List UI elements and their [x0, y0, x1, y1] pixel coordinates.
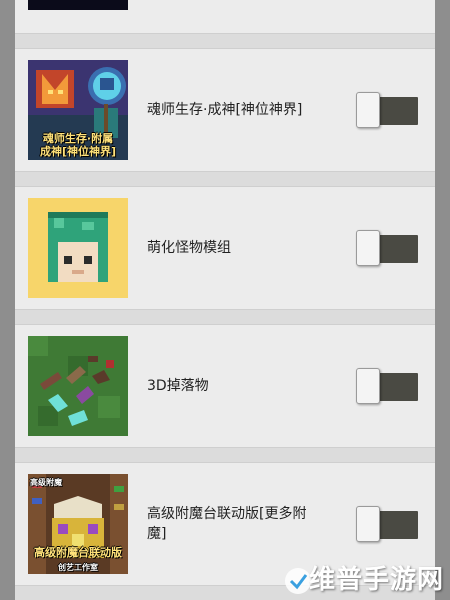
- mod-toggle-partial[interactable]: [356, 0, 418, 16]
- mod-toggle[interactable]: [356, 368, 418, 404]
- mod-toggle[interactable]: [356, 230, 418, 266]
- mod-card[interactable]: 3D掉落物: [15, 324, 435, 448]
- thumbnail-caption-line: 创艺工作室: [58, 563, 98, 572]
- thumbnail-caption-line: 成神[神位神界]: [39, 145, 117, 158]
- toggle-knob[interactable]: [356, 368, 380, 404]
- mod-toggle[interactable]: [356, 506, 418, 542]
- mod-card[interactable]: 萌化怪物模组: [15, 186, 435, 310]
- mod-title: 3D掉落物: [147, 378, 209, 394]
- mod-card[interactable]: 魂师生存·附属 成神[神位神界] 魂师生存·成神[神位神界]: [15, 48, 435, 172]
- cute-monster-thumbnail: [28, 198, 128, 298]
- mod-card-partial: [15, 0, 435, 34]
- toggle-knob[interactable]: [356, 230, 380, 266]
- thumbnail-caption-line: 魂师生存·附属: [42, 132, 114, 145]
- 3d-drops-thumbnail: [28, 336, 128, 436]
- mod-thumbnail-partial: [28, 0, 128, 10]
- enchant-table-thumbnail: 高级附魔 高级附魔台联动版 创艺工作室: [28, 474, 128, 574]
- mod-title: 萌化怪物模组: [147, 240, 231, 256]
- thumbnail-caption-line: 高级附魔台联动版: [34, 546, 122, 559]
- watermark-text: 维普手游网: [308, 565, 444, 595]
- thumbnail-top-label: 高级附魔: [30, 478, 62, 487]
- toggle-knob[interactable]: [356, 92, 380, 128]
- soul-master-thumbnail: 魂师生存·附属 成神[神位神界]: [28, 60, 128, 160]
- mod-title: 魂师生存·成神[神位神界]: [147, 102, 303, 118]
- mod-toggle[interactable]: [356, 92, 418, 128]
- toggle-knob[interactable]: [356, 506, 380, 542]
